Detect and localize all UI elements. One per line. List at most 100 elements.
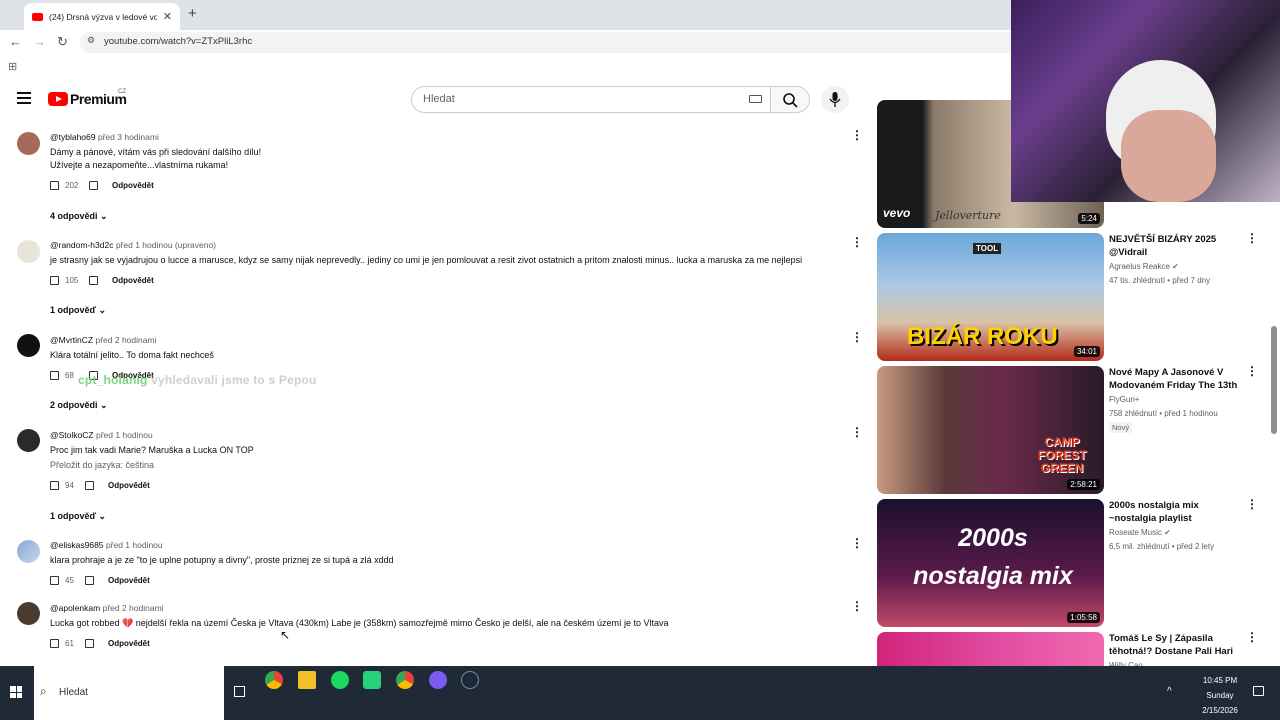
task-view-icon[interactable] <box>234 686 245 697</box>
avatar[interactable] <box>17 429 40 452</box>
comment-author[interactable]: @eliskas9685 <box>50 540 104 550</box>
comment-menu-icon[interactable]: ⋮ <box>851 600 863 612</box>
thumbnail-tag: TOOL <box>973 243 1002 254</box>
youtube-logo-icon[interactable] <box>48 92 68 106</box>
video-thumbnail[interactable]: CAMP FOREST GREEN 2:58:21 <box>877 366 1104 494</box>
apps-icon[interactable]: ⊞ <box>8 60 17 73</box>
duration-badge: 1:05:58 <box>1067 612 1100 623</box>
keyboard-icon[interactable] <box>749 95 762 103</box>
like-icon[interactable] <box>50 576 59 585</box>
channel-name[interactable]: Roseate Music ✔ <box>1109 528 1171 537</box>
search-input[interactable] <box>411 86 771 113</box>
comment-menu-icon[interactable]: ⋮ <box>851 426 863 438</box>
like-count: 45 <box>65 576 74 585</box>
tab-close-icon[interactable]: ✕ <box>163 10 172 23</box>
video-title[interactable]: NEJVĚTŠÍ BIZÁRY 2025 @Vidrail <box>1109 233 1239 259</box>
comment-actions: 94 Odpovědět <box>50 481 150 490</box>
comment-menu-icon[interactable]: ⋮ <box>851 129 863 141</box>
comment-author[interactable]: @StolkoCZ <box>50 430 94 440</box>
windows-start-icon[interactable] <box>10 686 22 698</box>
clock-date: 2/15/2026 <box>1202 706 1238 715</box>
like-icon[interactable] <box>50 371 59 380</box>
translate-link[interactable]: Přeložit do jazyka: čeština <box>50 460 154 470</box>
comment-header: @random-h3d2c před 1 hodinou (upraveno) <box>50 240 216 250</box>
search-button[interactable] <box>770 86 810 113</box>
replies-toggle[interactable]: 1 odpověď ⌄ <box>50 305 106 316</box>
video-title[interactable]: Nové Mapy A Jasonové V Modovaném Friday … <box>1109 366 1239 392</box>
reply-button[interactable]: Odpovědět <box>108 639 150 648</box>
replies-count: 4 odpovědi <box>50 211 98 221</box>
comment-menu-icon[interactable]: ⋮ <box>851 331 863 343</box>
taskbar-clock[interactable]: 10:45 PM Sunday 2/15/2026 <box>1196 673 1244 718</box>
spotify-icon[interactable] <box>331 671 349 689</box>
replies-toggle[interactable]: 4 odpovědi ⌄ <box>50 211 108 222</box>
browser-tab[interactable]: (24) Drsná výzva v ledové vodě ✕ <box>24 3 180 30</box>
like-count: 94 <box>65 481 74 490</box>
video-thumbnail[interactable]: 2000s nostalgia mix 1:05:58 <box>877 499 1104 627</box>
comment-text: Dámy a pánové, vítám vás při sledování d… <box>50 147 262 157</box>
video-menu-icon[interactable]: ⋮ <box>1246 365 1258 377</box>
video-meta: 758 zhlédnutí • před 1 hodinou <box>1109 409 1218 418</box>
video-thumbnail[interactable] <box>877 632 1104 666</box>
avatar[interactable] <box>17 540 40 563</box>
replies-toggle[interactable]: 1 odpověď ⌄ <box>50 511 106 522</box>
comment-menu-icon[interactable]: ⋮ <box>851 236 863 248</box>
channel-name[interactable]: FlyGun+ <box>1109 395 1139 404</box>
reply-button[interactable]: Odpovědět <box>108 576 150 585</box>
scrollbar-thumb[interactable] <box>1271 326 1277 434</box>
avatar[interactable] <box>17 132 40 155</box>
video-menu-icon[interactable]: ⋮ <box>1246 498 1258 510</box>
reply-button[interactable]: Odpovědět <box>112 181 154 190</box>
like-icon[interactable] <box>50 181 59 190</box>
steam-icon[interactable] <box>461 671 479 689</box>
person-face <box>1121 110 1216 202</box>
comment-header: @StolkoCZ před 1 hodinou <box>50 430 153 440</box>
reply-button[interactable]: Odpovědět <box>108 481 150 490</box>
new-badge: Nový <box>1109 422 1133 433</box>
comment-header: @tyblaho69 před 3 hodinami <box>50 132 159 142</box>
dislike-icon[interactable] <box>85 639 94 648</box>
avatar[interactable] <box>17 602 40 625</box>
dislike-icon[interactable] <box>89 181 98 190</box>
video-menu-icon[interactable]: ⋮ <box>1246 631 1258 643</box>
replies-count: 1 odpověď <box>50 305 96 315</box>
file-explorer-icon[interactable] <box>298 671 316 689</box>
comment-author[interactable]: @tyblaho69 <box>50 132 96 142</box>
dislike-icon[interactable] <box>85 576 94 585</box>
hamburger-menu-icon[interactable] <box>17 92 31 107</box>
voice-search-button[interactable] <box>821 86 849 113</box>
avatar[interactable] <box>17 334 40 357</box>
video-menu-icon[interactable]: ⋮ <box>1246 232 1258 244</box>
video-thumbnail[interactable]: TOOL BIZÁR ROKU 34:01 <box>877 233 1104 361</box>
replies-toggle[interactable]: 2 odpovědi ⌄ <box>50 400 108 411</box>
comment-author[interactable]: @random-h3d2c <box>50 240 113 250</box>
new-tab-icon[interactable]: + <box>188 5 197 22</box>
site-info-icon[interactable]: ⚙ <box>87 35 95 46</box>
like-icon[interactable] <box>50 481 59 490</box>
comment-actions: 105 Odpovědět <box>50 276 154 285</box>
like-icon[interactable] <box>50 639 59 648</box>
channel-name[interactable]: Agraelus Reakce ✔ <box>1109 262 1179 271</box>
reply-button[interactable]: Odpovědět <box>112 276 154 285</box>
back-icon[interactable]: ← <box>9 34 22 49</box>
comment-time: před 3 hodinami <box>97 132 159 142</box>
chrome-icon[interactable] <box>265 671 283 689</box>
comment-header: @apolenkam před 2 hodinami <box>50 603 164 613</box>
like-icon[interactable] <box>50 276 59 285</box>
notification-icon[interactable] <box>1253 686 1264 696</box>
app-icon[interactable] <box>429 671 447 689</box>
comment-author[interactable]: @apolenkam <box>50 603 100 613</box>
dislike-icon[interactable] <box>85 481 94 490</box>
tray-chevron-icon[interactable]: ^ <box>1167 686 1172 697</box>
chrome-active-icon[interactable] <box>396 671 414 689</box>
comment-author[interactable]: @MvrtinCZ <box>50 335 93 345</box>
forward-icon[interactable]: → <box>33 34 46 49</box>
reload-icon[interactable]: ↻ <box>57 34 68 50</box>
streaming-app-icon[interactable] <box>363 671 381 689</box>
video-title[interactable]: 2000s nostalgia mix ~nostalgia playlist <box>1109 499 1239 525</box>
dislike-icon[interactable] <box>89 276 98 285</box>
avatar[interactable] <box>17 240 40 263</box>
url-text[interactable]: youtube.com/watch?v=ZTxPliL3rhc <box>104 36 252 47</box>
thumbnail-text: CAMP FOREST GREEN <box>1037 435 1087 475</box>
comment-menu-icon[interactable]: ⋮ <box>851 537 863 549</box>
